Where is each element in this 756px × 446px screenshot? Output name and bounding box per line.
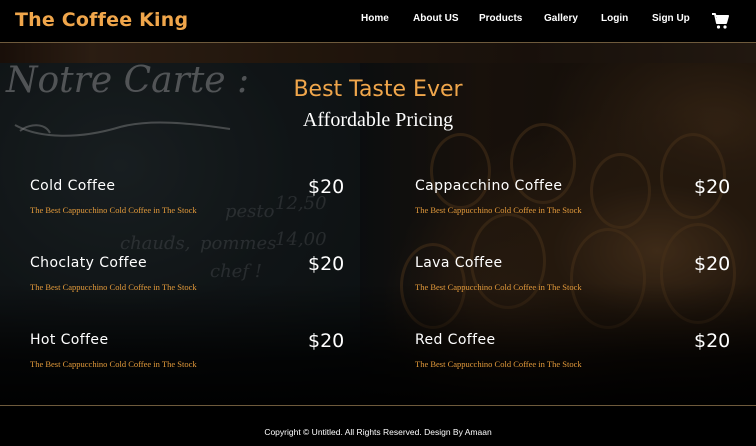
- menu-item-description: The Best Cappucchino Cold Coffee in The …: [30, 282, 197, 292]
- hero-bottom-fade: [0, 283, 756, 405]
- footer: Copyright © Untitled. All Rights Reserve…: [0, 405, 756, 446]
- nav-gallery[interactable]: Gallery: [544, 13, 578, 24]
- hero-section: Notre Carte : 12,50 pesto 14,00 pommes c…: [0, 43, 756, 405]
- menu-item-description: The Best Cappucchino Cold Coffee in The …: [415, 205, 582, 215]
- menu-item-description: The Best Cappucchino Cold Coffee in The …: [415, 359, 582, 369]
- menu-item-name: Cold Coffee: [30, 178, 116, 194]
- menu-item-price: $20: [694, 330, 731, 352]
- menu-item-name: Red Coffee: [415, 332, 496, 348]
- menu-item-name: Cappacchino Coffee: [415, 178, 563, 194]
- hero-title: Best Taste Ever: [293, 77, 463, 102]
- menu-item-name: Choclaty Coffee: [30, 255, 148, 271]
- menu-item-price: $20: [694, 253, 731, 275]
- footer-copyright: Copyright © Untitled. All Rights Reserve…: [264, 427, 492, 437]
- shopping-cart-icon[interactable]: [711, 12, 729, 30]
- nav-products[interactable]: Products: [479, 13, 522, 24]
- menu-item-price: $20: [308, 176, 345, 198]
- nav-about-us[interactable]: About US: [413, 13, 459, 24]
- menu-item-price: $20: [308, 253, 345, 275]
- menu-item-price: $20: [694, 176, 731, 198]
- nav-sign-up[interactable]: Sign Up: [652, 13, 690, 24]
- menu-item-description: The Best Cappucchino Cold Coffee in The …: [415, 282, 582, 292]
- menu-item-name: Lava Coffee: [415, 255, 503, 271]
- navbar: The Coffee King Home About US Products G…: [0, 0, 756, 43]
- menu-item-name: Hot Coffee: [30, 332, 109, 348]
- menu-item-description: The Best Cappucchino Cold Coffee in The …: [30, 205, 197, 215]
- nav-links: Home About US Products Gallery Login Sig…: [0, 13, 756, 29]
- hero-subtitle: Affordable Pricing: [302, 109, 454, 131]
- nav-login[interactable]: Login: [601, 13, 628, 24]
- menu-item-price: $20: [308, 330, 345, 352]
- nav-home[interactable]: Home: [361, 13, 389, 24]
- menu-item-description: The Best Cappucchino Cold Coffee in The …: [30, 359, 197, 369]
